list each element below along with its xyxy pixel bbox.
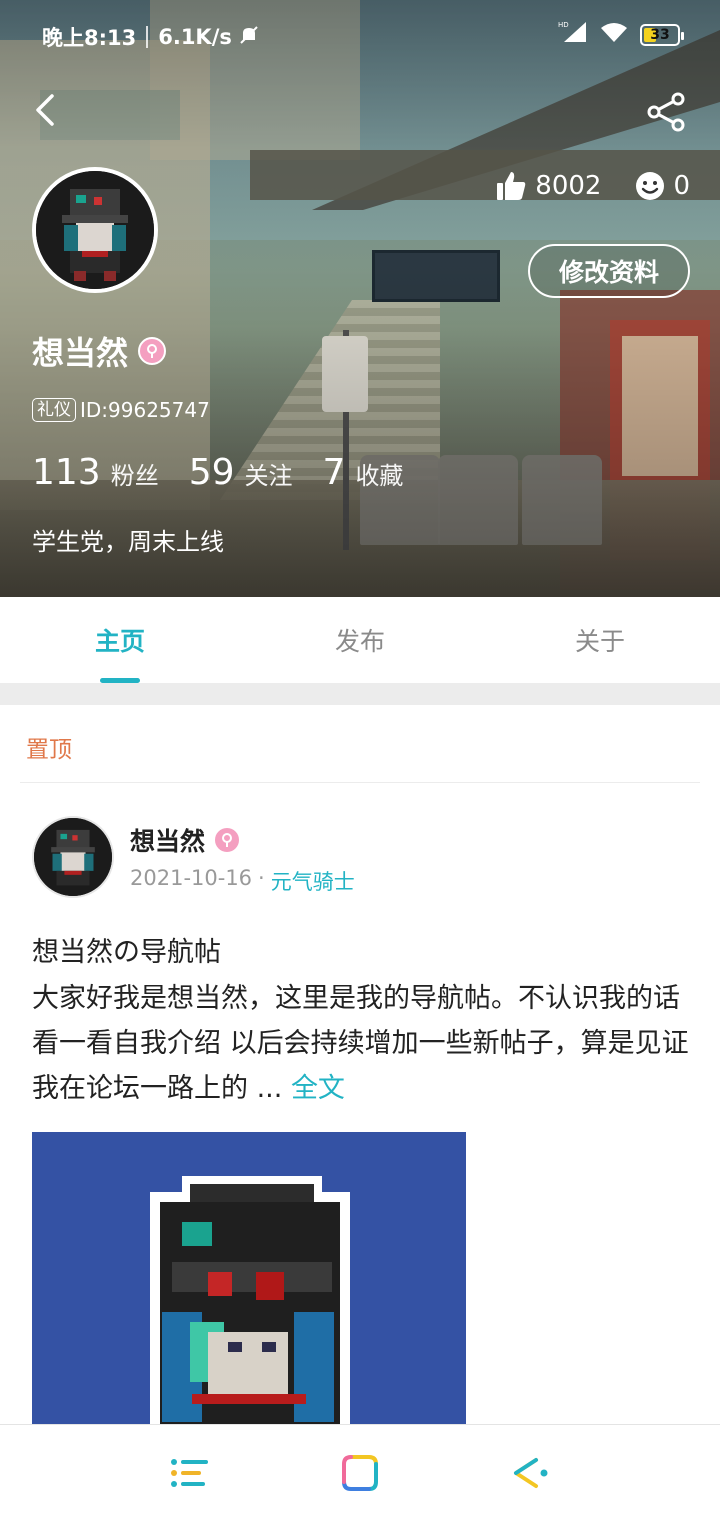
pixel-character-image <box>32 1132 466 1432</box>
network-speed: 6.1K/s <box>158 25 232 49</box>
follow-label: 关注 <box>244 462 293 490</box>
mute-icon <box>238 24 260 51</box>
post-image[interactable] <box>32 1132 466 1432</box>
nav-list-button[interactable] <box>160 1443 220 1503</box>
back-arrow-icon <box>36 94 54 126</box>
thumbs-up-icon <box>497 172 526 200</box>
follow-count: 59 <box>188 452 235 493</box>
profile-reactions: 8002 0 <box>495 170 690 202</box>
post-meta: 2021-10-16 · 元气骑士 <box>130 866 355 896</box>
profile-id: ID:99625747 <box>80 398 210 422</box>
likes-stat[interactable]: 8002 <box>495 170 601 202</box>
status-time: 晚上8:13 <box>42 26 137 50</box>
comments-count: 0 <box>673 171 690 201</box>
list-icon <box>171 1458 208 1487</box>
tab-home[interactable]: 主页 <box>0 597 240 683</box>
fans-stat[interactable]: 113 粉丝 <box>32 452 159 493</box>
smiley-icon <box>636 172 665 200</box>
post-author-avatar[interactable] <box>32 816 114 898</box>
share-arrow-icon <box>514 1457 548 1488</box>
favorites-stat[interactable]: 7 收藏 <box>323 452 404 493</box>
post-body[interactable]: 大家好我是想当然，这里是我的导航帖。不认识我的话 看一看自我介绍 以后会持续增加… <box>32 976 692 1111</box>
share-icon <box>647 92 685 132</box>
svg-text:HD: HD <box>558 21 569 29</box>
post-title[interactable]: 想当然の导航帖 <box>32 930 221 969</box>
post-author-name[interactable]: 想当然 <box>130 822 205 858</box>
profile-name: 想当然 <box>32 334 129 372</box>
share-button[interactable] <box>644 90 688 134</box>
likes-count: 8002 <box>535 171 602 201</box>
profile-bio: 学生党，周末上线 <box>32 528 224 556</box>
pinned-label: 置顶 <box>26 737 72 763</box>
pixel-character-avatar <box>36 171 154 289</box>
edit-profile-button[interactable]: 修改资料 <box>528 244 690 298</box>
battery-level: 33 <box>650 26 670 43</box>
wifi-icon <box>600 21 628 48</box>
status-bar: 晚上8:13 6.1K/s HD 33 <box>0 0 720 70</box>
nav-home-button[interactable] <box>330 1443 390 1503</box>
profile-name-row: 想当然 <box>32 328 167 374</box>
nav-back-button[interactable] <box>500 1443 560 1503</box>
section-divider <box>0 683 720 705</box>
favorites-count: 7 <box>322 452 346 493</box>
avatar[interactable] <box>32 167 158 293</box>
favorites-label: 收藏 <box>355 462 404 490</box>
bottom-navigation <box>0 1424 720 1520</box>
battery-icon: 33 <box>640 23 684 46</box>
gender-badge-icon <box>213 826 242 854</box>
read-more-link[interactable]: 全文 <box>291 1073 345 1104</box>
tab-about[interactable]: 关于 <box>480 597 720 683</box>
post-author-row: 想当然 <box>130 822 242 858</box>
profile-tabs: 主页 发布 关于 <box>0 597 720 683</box>
tab-posts[interactable]: 发布 <box>240 597 480 683</box>
follow-stat[interactable]: 59 关注 <box>189 452 293 493</box>
post-body-text: 大家好我是想当然，这里是我的导航帖。不认识我的话 看一看自我介绍 以后会持续增加… <box>32 983 689 1104</box>
post-date: 2021-10-16 <box>130 866 253 890</box>
signal-icon: HD <box>558 20 588 49</box>
comments-stat[interactable]: 0 <box>635 171 690 201</box>
divider <box>20 782 700 783</box>
square-icon <box>342 1454 378 1491</box>
fans-count: 113 <box>32 452 101 493</box>
profile-counts: 113 粉丝 59 关注 7 收藏 <box>32 452 403 493</box>
back-button[interactable] <box>26 88 70 132</box>
gender-badge-icon <box>138 337 167 365</box>
role-tag: 礼仪 <box>32 398 76 422</box>
profile-banner <box>0 0 720 597</box>
post-section-link[interactable]: 元气骑士 <box>271 866 355 896</box>
fans-label: 粉丝 <box>110 462 159 490</box>
pixel-character-avatar <box>34 818 112 896</box>
profile-id-row: 礼仪 ID:99625747 <box>32 398 210 422</box>
meta-separator: · <box>258 866 265 890</box>
